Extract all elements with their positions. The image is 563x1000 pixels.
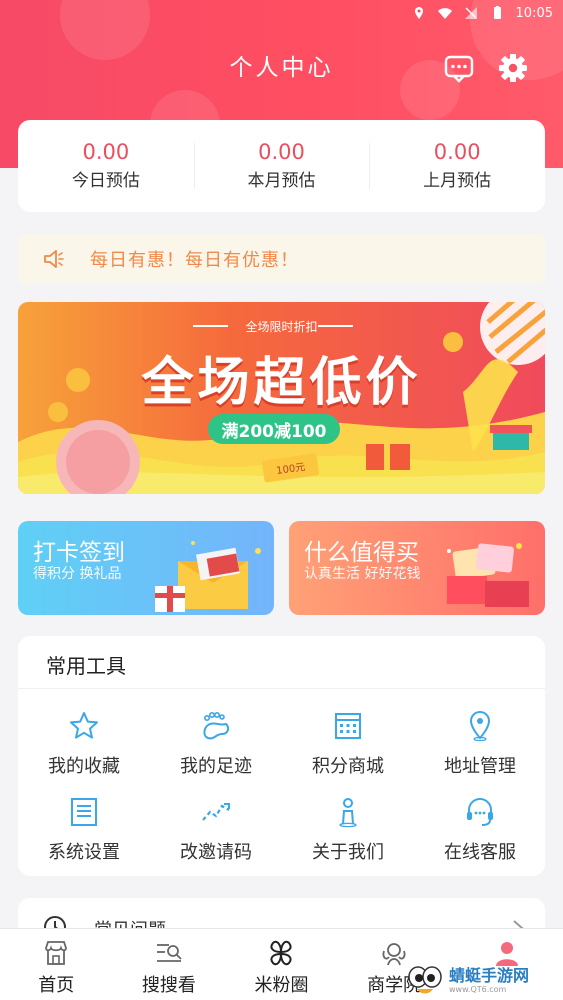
person-icon [339,798,357,828]
tool-points-mall[interactable]: 积分商城 [288,710,408,778]
stat-today[interactable]: 0.00 今日预估 [18,137,194,195]
promo-banner[interactable]: 全场限时折扣 全场超低价 满200减100 100元 [18,302,545,494]
tool-invite-code[interactable]: 改邀请码 [156,796,276,864]
page-title: 个人中心 [229,55,334,81]
footprint-icon [203,711,230,740]
search-list-icon [156,944,182,962]
tools-title: 常用工具 [46,654,126,678]
tab-label: 首页 [38,975,75,996]
tab-home[interactable]: 首页 [0,929,113,1000]
divider [18,688,545,689]
tool-label: 改邀请码 [180,842,252,863]
earnings-stats-card: 0.00 今日预估 0.00 本月预估 0.00 上月预估 [18,120,545,212]
stat-value: 0.00 [258,140,305,164]
clover-icon [270,940,293,966]
signal-icon [464,7,477,19]
gear-icon[interactable] [498,53,528,83]
stat-label: 今日预估 [71,171,140,191]
tool-footprints[interactable]: 我的足迹 [156,710,276,778]
tab-label: 搜搜看 [141,975,196,996]
tab-label: 米粉圈 [254,975,309,996]
tab-fans-circle[interactable]: 米粉圈 [225,929,338,1000]
dragonfly-logo-icon [408,966,442,994]
stat-value: 0.00 [82,140,130,164]
calendar-icon [335,713,361,739]
tool-favorites[interactable]: 我的收藏 [24,710,144,778]
status-bar: 10:05 [0,0,563,26]
stat-value: 0.00 [433,140,481,164]
tool-label: 我的足迹 [180,756,252,777]
tool-address[interactable]: 地址管理 [420,710,540,778]
worth-buying-card[interactable]: 什么值得买 认真生活 好好花钱 [289,521,545,615]
stat-label: 上月预估 [423,171,492,191]
watermark-name: 蜻蜓手游网 [449,965,530,985]
tool-online-service[interactable]: 在线客服 [420,796,540,864]
tool-about-us[interactable]: 关于我们 [288,796,408,864]
speaker-icon [44,250,64,268]
document-icon [71,798,97,826]
tool-label: 地址管理 [444,756,516,777]
store-icon [45,941,68,965]
academy-icon [382,943,406,966]
tab-search[interactable]: 搜搜看 [113,929,226,1000]
tool-label: 系统设置 [48,842,120,863]
tool-label: 在线客服 [444,842,516,863]
banner-badge: 满200减100 [221,422,327,442]
common-tools-card: 常用工具 我的收藏 我的足迹 积分商城 地址管理 系统设置 改邀请码 关于我们 … [18,636,545,876]
stat-last-month[interactable]: 0.00 上月预估 [369,137,545,195]
star-icon [70,712,98,739]
tool-system-settings[interactable]: 系统设置 [24,796,144,864]
wifi-icon [437,8,452,19]
battery-icon [493,6,501,19]
location-status-icon [414,7,423,19]
trend-icon [202,803,230,821]
message-icon[interactable] [444,53,474,83]
stat-this-month[interactable]: 0.00 本月预估 [193,137,370,195]
banner-headline: 全场超低价 [141,353,422,413]
checkin-card[interactable]: 打卡签到 得积分 换礼品 [18,521,274,615]
watermark: 蜻蜓手游网 www.QT6.com [407,962,557,998]
tool-label: 积分商城 [312,756,384,777]
promo-subtitle: 得积分 换礼品 [33,566,122,582]
notice-bar[interactable]: 每日有惠！每日有优惠！ [18,234,545,284]
watermark-url: www.QT6.com [449,984,507,994]
promo-title: 什么值得买 [304,540,419,566]
stat-label: 本月预估 [247,171,316,191]
status-time: 10:05 [515,5,553,21]
banner-kicker: 全场限时折扣 [245,320,318,334]
location-icon [469,710,491,742]
headset-icon [467,798,493,826]
tool-label: 我的收藏 [48,756,120,777]
tool-label: 关于我们 [312,842,384,863]
promo-title: 打卡签到 [33,540,125,566]
promo-subtitle: 认真生活 好好花钱 [304,566,421,582]
notice-text: 每日有惠！每日有优惠！ [90,250,299,271]
